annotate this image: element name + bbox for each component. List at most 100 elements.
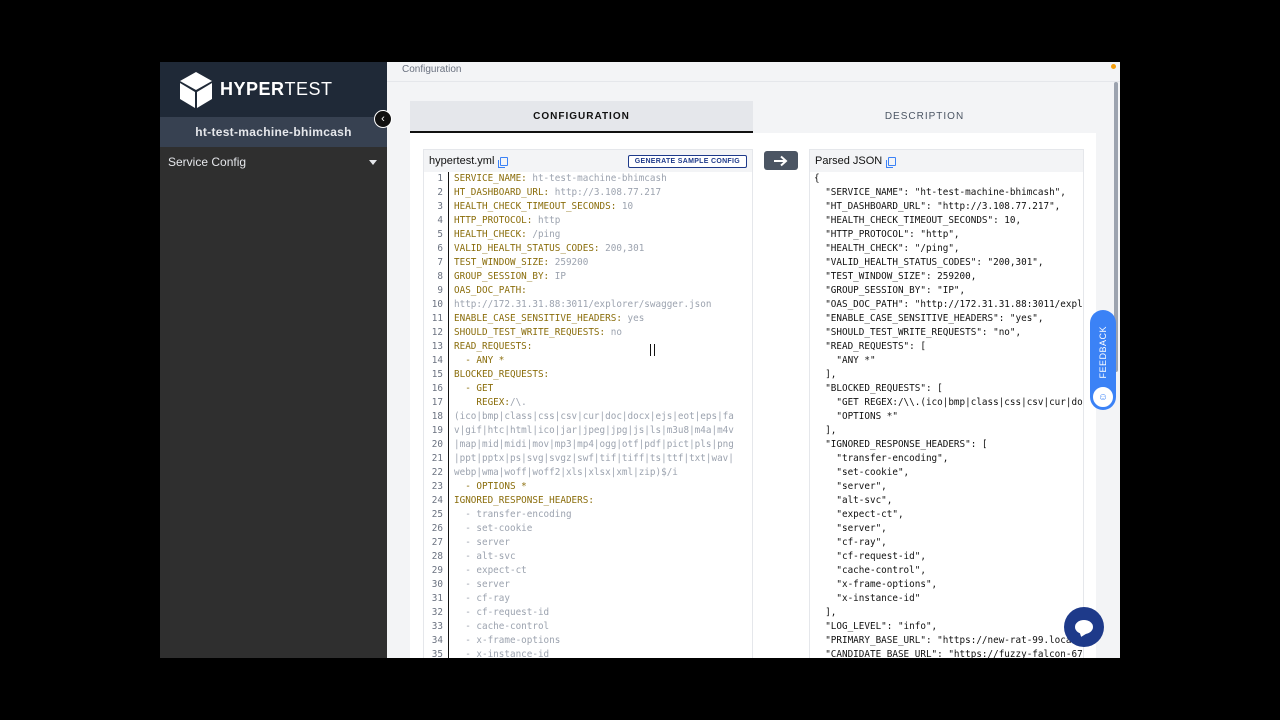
code-line: 19 v|gif|htc|html|ico|jar|jpeg|jpg|js|ls|… (424, 424, 752, 438)
code-line: 20 |map|mid|midi|mov|mp3|mp4|ogg|otf|pdf|… (424, 438, 752, 452)
code-text: - ANY * (454, 355, 505, 366)
line-number: 18 (424, 410, 449, 424)
app-window: HYPERTEST ht-test-machine-bhimcash Servi… (160, 62, 1120, 658)
copy-icon[interactable] (498, 156, 509, 168)
code-line: 12 SHOULD_TEST_WRITE_REQUESTS: no (424, 326, 752, 340)
yaml-editor-panel: hypertest.yml GENERATE SAMPLE CONFIG 1 SE… (423, 149, 753, 658)
generate-sample-config-button[interactable]: GENERATE SAMPLE CONFIG (627, 154, 747, 168)
line-number: 13 (424, 340, 449, 354)
line-number: 26 (424, 522, 449, 536)
code-line: 24 IGNORED_RESPONSE_HEADERS: (424, 494, 752, 508)
code-line: 35 - x-instance-id (424, 648, 752, 658)
line-number: 9 (424, 284, 449, 298)
code-text: BLOCKED_REQUESTS: (454, 369, 550, 380)
json-line: ], (814, 607, 837, 618)
chat-button[interactable] (1064, 607, 1104, 647)
code-text: HEALTH_CHECK_TIMEOUT_SECONDS: 10 (454, 201, 634, 212)
yaml-panel-header: hypertest.yml GENERATE SAMPLE CONFIG (424, 150, 752, 172)
line-number: 22 (424, 466, 449, 480)
line-number: 7 (424, 256, 449, 270)
json-line: { (814, 173, 820, 184)
code-line: 32 - cf-request-id (424, 606, 752, 620)
code-text: TEST_WINDOW_SIZE: 259200 (454, 257, 589, 268)
tab-description[interactable]: DESCRIPTION (753, 101, 1096, 133)
json-line: "server", (814, 481, 887, 492)
json-line: "CANDIDATE_BASE_URL": "https://fuzzy-fal… (814, 649, 1083, 658)
code-text: OAS_DOC_PATH: (454, 285, 527, 296)
line-number: 12 (424, 326, 449, 340)
chevron-left-icon[interactable]: ‹ (374, 110, 392, 128)
code-text: - transfer-encoding (454, 509, 572, 520)
code-line: 28 - alt-svc (424, 550, 752, 564)
config-card: CONFIGURATION DESCRIPTION hypertest.yml … (410, 101, 1096, 658)
parse-arrow-button[interactable] (764, 151, 798, 170)
code-text: - server (454, 537, 510, 548)
code-line: 18 (ico|bmp|class|css|csv|cur|doc|docx|ej… (424, 410, 752, 424)
json-line: "BLOCKED_REQUESTS": [ (814, 383, 943, 394)
line-number: 11 (424, 312, 449, 326)
code-text: IGNORED_RESPONSE_HEADERS: (454, 495, 594, 506)
sidebar-item-label: Service Config (168, 155, 247, 169)
brand-name: HYPERTEST (220, 79, 333, 99)
code-text: HEALTH_CHECK: /ping (454, 229, 561, 240)
json-line: "ANY *" (814, 355, 876, 366)
code-text: - cf-ray (454, 593, 510, 604)
line-number: 19 (424, 424, 449, 438)
feedback-label: FEEDBACK (1098, 326, 1108, 379)
code-line: 16 - GET (424, 382, 752, 396)
json-line: "HEALTH_CHECK_TIMEOUT_SECONDS": 10, (814, 215, 1022, 226)
line-number: 34 (424, 634, 449, 648)
line-number: 5 (424, 228, 449, 242)
line-number: 1 (424, 172, 449, 186)
json-line: "GET REGEX:/\\.(ico|bmp|class|css|csv|cu… (814, 397, 1083, 408)
sidebar-item-service-config[interactable]: Service Config (160, 149, 387, 175)
line-number: 2 (424, 186, 449, 200)
code-line: 3 HEALTH_CHECK_TIMEOUT_SECONDS: 10 (424, 200, 752, 214)
code-line: 2 HT_DASHBOARD_URL: http://3.108.77.217 (424, 186, 752, 200)
json-line: "SERVICE_NAME": "ht-test-machine-bhimcas… (814, 187, 1066, 198)
code-line: 26 - set-cookie (424, 522, 752, 536)
line-number: 25 (424, 508, 449, 522)
yaml-editor[interactable]: 1 SERVICE_NAME: ht-test-machine-bhimcash 2… (424, 172, 752, 658)
main-area: Configuration CONFIGURATION DESCRIPTION … (387, 62, 1120, 658)
line-number: 14 (424, 354, 449, 368)
code-text: - cf-request-id (454, 607, 550, 618)
code-line: 13 READ_REQUESTS: (424, 340, 752, 354)
code-text: - x-instance-id (454, 649, 550, 658)
code-line: 11 ENABLE_CASE_SENSITIVE_HEADERS: yes (424, 312, 752, 326)
line-number: 30 (424, 578, 449, 592)
code-line: 10 http://172.31.31.88:3011/explorer/swag… (424, 298, 752, 312)
json-line: "PRIMARY_BASE_URL": "https://new-rat-99.… (814, 635, 1072, 646)
code-line: 22 webp|wma|woff|woff2|xls|xlsx|xml|zip)$… (424, 466, 752, 480)
json-line: "IGNORED_RESPONSE_HEADERS": [ (814, 439, 988, 450)
code-text: |map|mid|midi|mov|mp3|mp4|ogg|otf|pdf|pi… (454, 439, 734, 450)
tab-configuration[interactable]: CONFIGURATION (410, 101, 753, 133)
json-line: "READ_REQUESTS": [ (814, 341, 926, 352)
code-text: (ico|bmp|class|css|csv|cur|doc|docx|ejs|… (454, 411, 734, 422)
line-number: 24 (424, 494, 449, 508)
code-line: 4 HTTP_PROTOCOL: http (424, 214, 752, 228)
line-number: 15 (424, 368, 449, 382)
feedback-tab[interactable]: FEEDBACK ☺ (1090, 310, 1116, 410)
json-line: "HEALTH_CHECK": "/ping", (814, 243, 960, 254)
code-line: 23 - OPTIONS * (424, 480, 752, 494)
json-line: "OAS_DOC_PATH": "http://172.31.31.88:301… (814, 299, 1083, 310)
line-number: 6 (424, 242, 449, 256)
json-line: ], (814, 425, 837, 436)
code-text: - OPTIONS * (454, 481, 527, 492)
line-number: 33 (424, 620, 449, 634)
line-number: 3 (424, 200, 449, 214)
code-text: HTTP_PROTOCOL: http (454, 215, 561, 226)
code-text: - alt-svc (454, 551, 516, 562)
json-line: "cf-ray", (814, 537, 887, 548)
code-text: webp|wma|woff|woff2|xls|xlsx|xml|zip)$/i (454, 467, 678, 478)
json-line: "cache-control", (814, 565, 926, 576)
line-number: 28 (424, 550, 449, 564)
line-number: 21 (424, 452, 449, 466)
line-number: 23 (424, 480, 449, 494)
code-line: 33 - cache-control (424, 620, 752, 634)
code-text: |ppt|pptx|ps|svg|svgz|swf|tif|tiff|ts|tt… (454, 453, 734, 464)
copy-icon[interactable] (886, 156, 897, 168)
json-line: "GROUP_SESSION_BY": "IP", (814, 285, 966, 296)
code-line: 5 HEALTH_CHECK: /ping (424, 228, 752, 242)
